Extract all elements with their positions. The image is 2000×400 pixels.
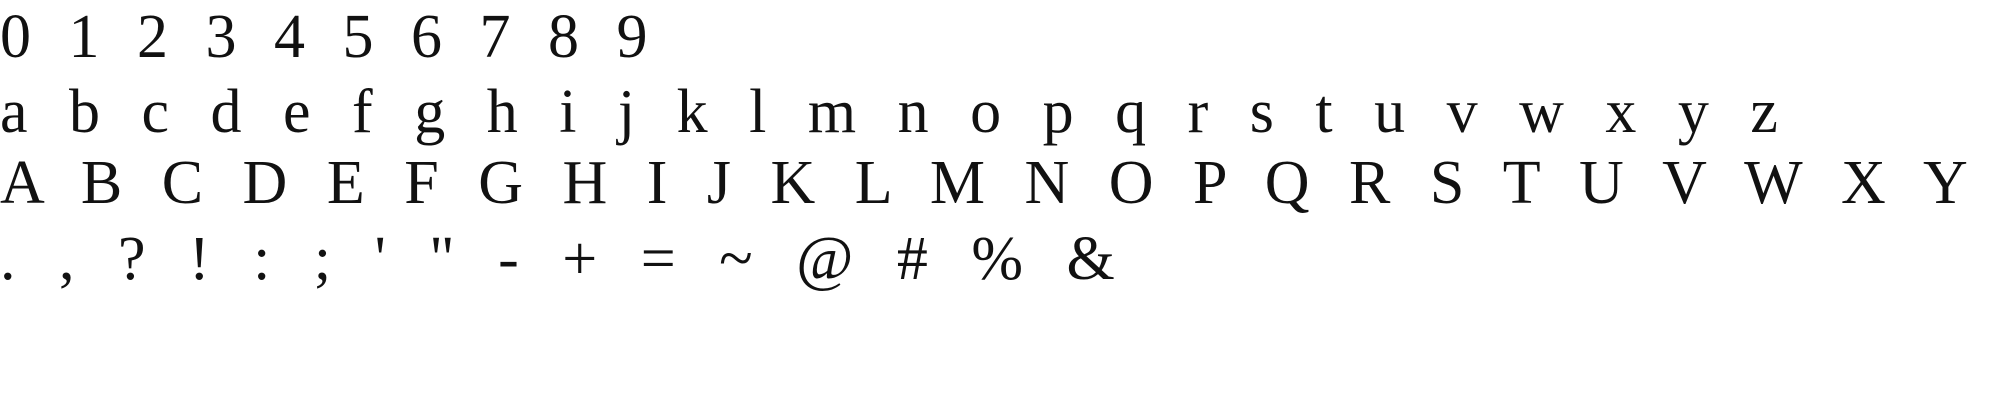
uppercase-row: A B C D E F G H I J K L M N O P Q R S T … bbox=[0, 149, 2000, 217]
digits-row: 0 1 2 3 4 5 6 7 8 9 bbox=[0, 3, 650, 71]
lowercase-row: a b c d e f g h i j k l m n o p q r s t … bbox=[0, 78, 1779, 146]
font-specimen-sheet: 0 1 2 3 4 5 6 7 8 9 a b c d e f g h i j … bbox=[0, 0, 2000, 400]
symbols-row: . , ? ! : ; ' " - + = ~ @ # % & bbox=[0, 225, 1117, 293]
